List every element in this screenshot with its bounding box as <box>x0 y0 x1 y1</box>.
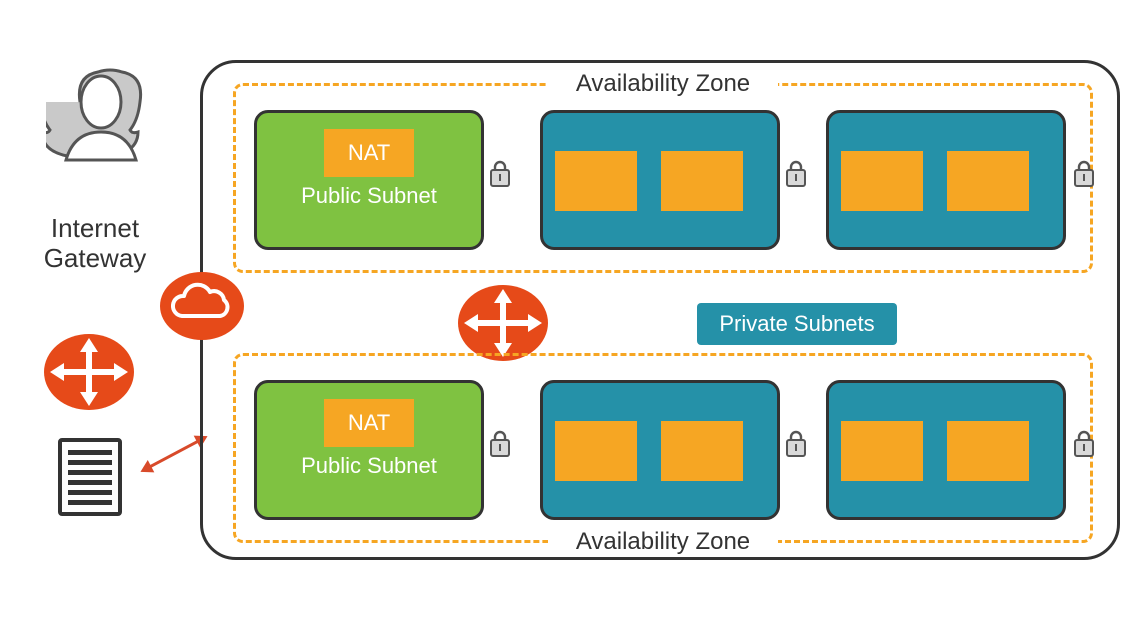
instance-block <box>555 421 637 481</box>
availability-zone-bottom: Availability Zone NAT Public Subnet <box>233 353 1093 543</box>
private-subnet-bottom-b <box>826 380 1066 520</box>
instance-block <box>841 151 923 211</box>
nat-box: NAT <box>324 129 414 177</box>
instance-block <box>841 421 923 481</box>
lock-icon <box>488 428 512 458</box>
lock-icon <box>1072 428 1096 458</box>
availability-zone-label: Availability Zone <box>548 70 778 98</box>
instance-block <box>947 151 1029 211</box>
public-subnet-label: Public Subnet <box>257 453 481 479</box>
private-subnet-top-a <box>540 110 780 250</box>
nat-box: NAT <box>324 399 414 447</box>
lock-icon <box>488 158 512 188</box>
internet-gateway-label-line1: Internet <box>51 213 139 243</box>
instance-block <box>661 151 743 211</box>
lock-icon <box>1072 158 1096 188</box>
private-subnet-bottom-a <box>540 380 780 520</box>
lock-icon <box>784 428 808 458</box>
availability-zone-top: Availability Zone NAT Public Subnet <box>233 83 1093 273</box>
private-subnet-top-b <box>826 110 1066 250</box>
instance-block <box>555 151 637 211</box>
lock-icon <box>784 158 808 188</box>
internet-gateway-cloud-icon <box>158 270 246 342</box>
public-subnet-label: Public Subnet <box>257 183 481 209</box>
user-icon <box>46 56 156 166</box>
internet-gateway-label-line2: Gateway <box>44 243 147 273</box>
internet-gateway-label: Internet Gateway <box>20 214 170 274</box>
vpc-container: Availability Zone NAT Public Subnet Priv… <box>200 60 1120 560</box>
instance-block <box>661 421 743 481</box>
public-subnet-bottom: NAT Public Subnet <box>254 380 484 520</box>
public-subnet-top: NAT Public Subnet <box>254 110 484 250</box>
private-subnets-label: Private Subnets <box>697 303 897 345</box>
instance-block <box>947 421 1029 481</box>
route-table-icon <box>458 285 548 361</box>
external-routing-icon <box>44 334 134 410</box>
server-icon <box>56 436 124 518</box>
availability-zone-label: Availability Zone <box>548 528 778 556</box>
